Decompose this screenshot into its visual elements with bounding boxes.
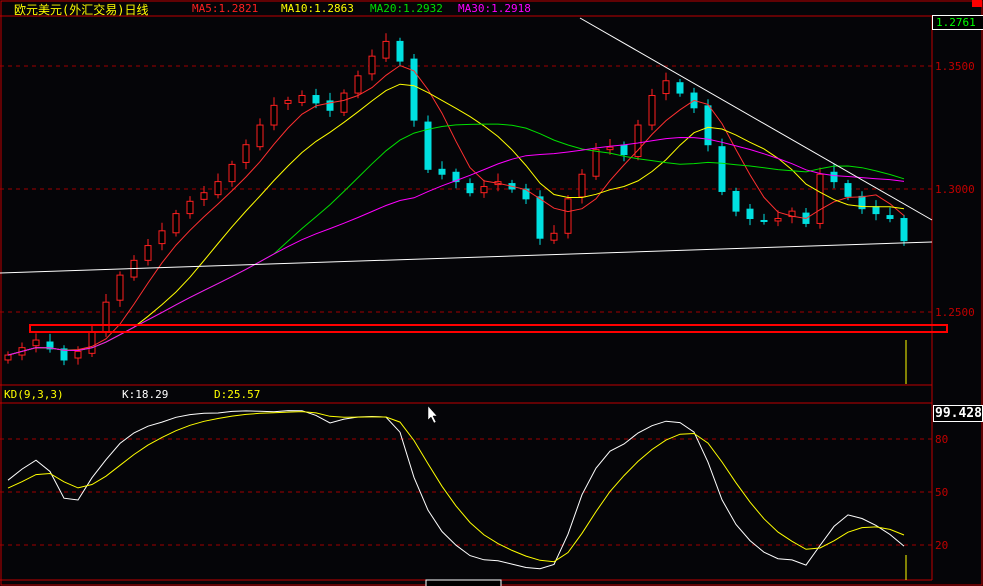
candle-body bbox=[676, 82, 684, 94]
support-trendline[interactable] bbox=[0, 241, 933, 274]
ma5-label: MA5:1.2821 bbox=[192, 2, 259, 15]
candle-body bbox=[32, 339, 40, 347]
candle-body bbox=[340, 92, 348, 113]
ytick-kd: 80 bbox=[935, 433, 949, 446]
resistance-trendline[interactable] bbox=[579, 17, 933, 221]
candle-body bbox=[270, 104, 278, 126]
candle-body bbox=[592, 149, 600, 177]
candle-body bbox=[872, 206, 880, 215]
candle-body bbox=[200, 192, 208, 200]
date-label-box bbox=[425, 579, 502, 586]
chart-window: 欧元美元(外汇交易)日线 MA5:1.2821 MA10:1.2863 MA20… bbox=[0, 0, 983, 586]
candle-body bbox=[718, 146, 726, 192]
candle-body bbox=[102, 301, 110, 333]
candle-body bbox=[368, 55, 376, 75]
candle-body bbox=[256, 124, 264, 148]
candle-body bbox=[354, 75, 362, 94]
candle-body bbox=[172, 213, 180, 234]
candle-body bbox=[564, 198, 572, 234]
candle-body bbox=[900, 218, 908, 242]
candle-body bbox=[662, 80, 670, 95]
candle-body bbox=[242, 144, 250, 163]
candle-body bbox=[830, 171, 838, 183]
frame bbox=[0, 0, 983, 586]
candle-body bbox=[74, 350, 82, 359]
candle-body bbox=[214, 181, 222, 196]
current-price-box: 1.2761 bbox=[932, 15, 983, 30]
d-value: D:25.57 bbox=[214, 388, 261, 401]
candle-body bbox=[144, 245, 152, 261]
candle-body bbox=[578, 173, 586, 198]
candle-body bbox=[732, 190, 740, 212]
candle-body bbox=[382, 40, 390, 59]
candle-body bbox=[284, 99, 292, 104]
ytick-price: 1.3500 bbox=[935, 60, 975, 73]
candle-body bbox=[844, 183, 852, 197]
candle-body bbox=[606, 146, 614, 151]
candle-body bbox=[536, 196, 544, 239]
candle-body bbox=[438, 168, 446, 175]
d-line bbox=[7, 411, 905, 563]
corner-marker bbox=[972, 0, 982, 7]
ytick-kd: 50 bbox=[935, 486, 949, 499]
candle-body bbox=[312, 95, 320, 104]
ma10-label: MA10:1.2863 bbox=[281, 2, 354, 15]
candle-body bbox=[648, 95, 656, 126]
candle-body bbox=[298, 95, 306, 103]
candle-body bbox=[774, 218, 782, 222]
chart-title: 欧元美元(外汇交易)日线 bbox=[14, 3, 149, 17]
ytick-kd: 20 bbox=[935, 539, 949, 552]
k-value: K:18.29 bbox=[122, 388, 169, 401]
candle-body bbox=[466, 183, 474, 194]
candle-body bbox=[88, 331, 96, 354]
candle-body bbox=[886, 215, 894, 220]
candle-body bbox=[116, 274, 124, 301]
candle-body bbox=[760, 219, 768, 222]
candle-body bbox=[410, 58, 418, 121]
candle-body bbox=[4, 354, 12, 361]
ma30-label: MA30:1.2918 bbox=[458, 2, 531, 15]
candle-body bbox=[228, 163, 236, 183]
kd-label: KD(9,3,3) bbox=[4, 388, 64, 401]
kd-value-box: 99.428 bbox=[933, 405, 983, 422]
candle-body bbox=[620, 144, 628, 156]
highlight-rectangle[interactable] bbox=[29, 324, 948, 333]
candle-body bbox=[816, 173, 824, 224]
candle-body bbox=[158, 230, 166, 245]
ytick-price: 1.2500 bbox=[935, 306, 975, 319]
candle-body bbox=[480, 186, 488, 194]
ytick-price: 1.3000 bbox=[935, 183, 975, 196]
chart-canvas[interactable] bbox=[0, 0, 983, 586]
candle-body bbox=[186, 200, 194, 215]
candle-body bbox=[396, 40, 404, 62]
candle-body bbox=[550, 232, 558, 241]
ma20-label: MA20:1.2932 bbox=[370, 2, 443, 15]
candle-body bbox=[746, 208, 754, 220]
mouse-pointer-icon bbox=[427, 405, 438, 424]
